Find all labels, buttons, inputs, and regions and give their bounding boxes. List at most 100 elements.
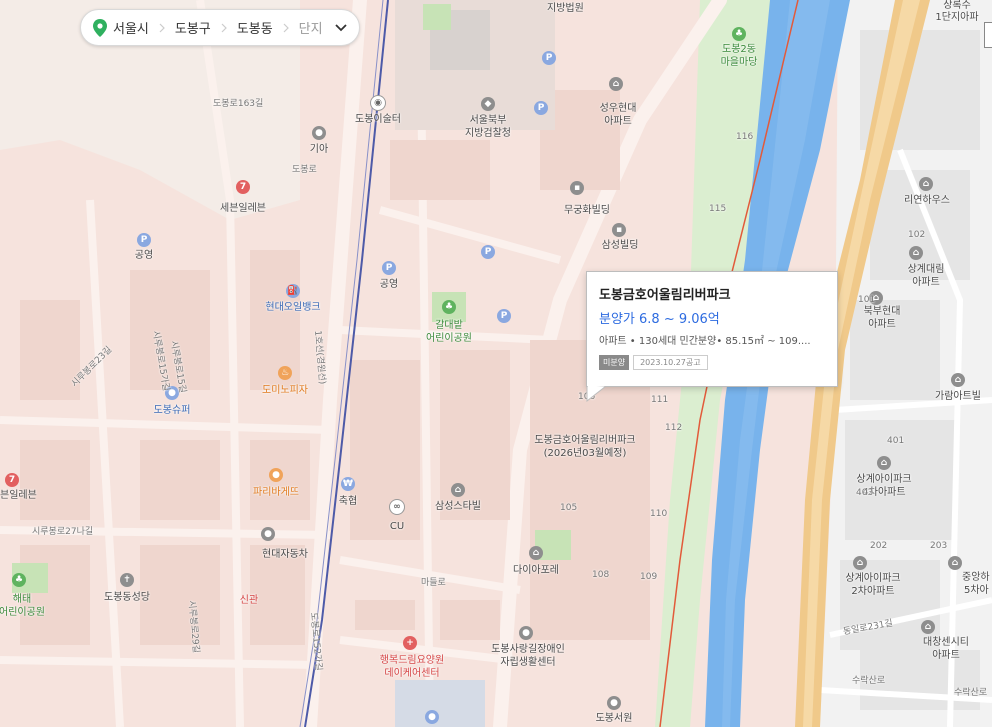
map-label: 도봉슈퍼 bbox=[153, 405, 191, 416]
convenience-store-icon: ∞ bbox=[389, 499, 405, 515]
map-canvas[interactable] bbox=[0, 0, 992, 727]
building-number: 110 bbox=[650, 509, 668, 519]
map-label: 신관 bbox=[239, 595, 259, 606]
breadcrumb-dong[interactable]: 도봉동 bbox=[227, 18, 283, 37]
map-label: 공영 bbox=[379, 279, 399, 290]
apartment-icon: ⌂ bbox=[609, 77, 623, 91]
car-dealer-icon: ● bbox=[261, 527, 275, 541]
bank-icon: ₩ bbox=[341, 477, 355, 491]
building-number: 105 bbox=[560, 503, 578, 513]
road-label: 도봉로 bbox=[292, 165, 317, 175]
map-label: 아파트 bbox=[868, 319, 896, 330]
apartment-icon: ⌂ bbox=[951, 373, 965, 387]
breadcrumb-complex[interactable]: 단지 bbox=[289, 18, 333, 37]
building-number: 101 bbox=[858, 295, 876, 305]
card-pointer bbox=[586, 386, 607, 402]
road-label: 수락산로 bbox=[852, 676, 886, 686]
apartment-icon: ⌂ bbox=[921, 620, 935, 634]
apartment-icon: ⌂ bbox=[919, 177, 933, 191]
map-label: 븐일레븐 bbox=[0, 490, 37, 501]
map-label: 리연하우스 bbox=[904, 195, 950, 206]
map-label: 갈대밭 bbox=[435, 320, 463, 331]
map-label: 축협 bbox=[338, 496, 358, 507]
church-icon: ✝ bbox=[120, 573, 134, 587]
map-label: 기아 bbox=[309, 144, 329, 155]
building-icon: ▪ bbox=[570, 181, 584, 195]
map-label: 도봉서원 bbox=[595, 713, 633, 724]
bakery-icon: ● bbox=[269, 468, 283, 482]
building-number: 109 bbox=[640, 572, 658, 582]
apartment-icon: ⌂ bbox=[529, 546, 543, 560]
complex-detail: 아파트 • 130세대 민간분양• 85.15㎡ ~ 109.... bbox=[599, 336, 811, 347]
map-label: 행복드림요양원 bbox=[379, 655, 445, 666]
road-label: 시루봉로27나길 bbox=[32, 527, 94, 537]
building-number: 115 bbox=[709, 204, 727, 214]
map-label: 현대자동차 bbox=[262, 549, 308, 560]
map-label: 중앙하 bbox=[962, 572, 990, 583]
panel-edge bbox=[984, 22, 992, 48]
map-label: 서울북부 bbox=[469, 115, 507, 126]
map-label: (2026년03월예정) bbox=[543, 448, 627, 459]
map-label: 2차아파트 bbox=[851, 586, 895, 597]
parking-icon: P bbox=[481, 245, 495, 259]
parking-icon: P bbox=[542, 51, 556, 65]
complex-tags: 미분양 2023.10.27공고 bbox=[599, 355, 825, 370]
map-label: 데이케어센터 bbox=[384, 668, 440, 679]
map-label: 가람아트빌 bbox=[935, 391, 981, 402]
facility-icon: ● bbox=[519, 626, 533, 640]
map-label: 삼성스타빌 bbox=[435, 501, 481, 512]
parking-icon: P bbox=[534, 101, 548, 115]
hospital-icon: + bbox=[403, 636, 417, 650]
map-label: 지방검찰청 bbox=[465, 128, 511, 139]
station-icon: ◉ bbox=[370, 95, 386, 111]
breadcrumb-city[interactable]: 서울시 bbox=[113, 18, 159, 37]
location-breadcrumb[interactable]: 서울시 도봉구 도봉동 단지 bbox=[80, 9, 360, 46]
complex-price: 분양가 6.8 ~ 9.06억 bbox=[599, 312, 720, 327]
announcement-date: 2023.10.27공고 bbox=[633, 355, 708, 370]
building-number: 202 bbox=[870, 541, 888, 551]
map-label: 어린이공원 bbox=[0, 607, 45, 618]
breadcrumb-district[interactable]: 도봉구 bbox=[165, 18, 221, 37]
building-icon: ● bbox=[425, 710, 439, 724]
map-label: 북부현대 bbox=[863, 306, 901, 317]
map-label: 상계아이파크 bbox=[845, 573, 901, 584]
map-label: 마을마당 bbox=[720, 57, 758, 68]
map-label: 상계아이파크 bbox=[856, 474, 912, 485]
building-number: 403 bbox=[856, 488, 874, 498]
map-label: 상계대림 bbox=[907, 264, 945, 275]
convenience-store-icon: 7 bbox=[5, 473, 19, 487]
map-label: 지방법원 bbox=[547, 3, 584, 14]
building-number: 108 bbox=[592, 570, 610, 580]
complex-name[interactable]: 도봉금호어울림리버파크 bbox=[599, 284, 825, 303]
map-label: 다이아포레 bbox=[513, 565, 559, 576]
map-label: 도봉이술터 bbox=[355, 114, 401, 125]
apartment-icon: ⌂ bbox=[909, 246, 923, 260]
map-label: 성우현대 bbox=[599, 103, 637, 114]
parking-icon: P bbox=[497, 309, 511, 323]
map-label: 1단지아파 bbox=[935, 12, 979, 23]
status-badge: 미분양 bbox=[599, 355, 630, 370]
map-label: 어린이공원 bbox=[426, 333, 472, 344]
restaurant-icon: ♨ bbox=[278, 366, 292, 380]
road-label: 마들로 bbox=[421, 578, 446, 588]
map-label: 자립생활센터 bbox=[500, 657, 556, 668]
apartment-icon: ⌂ bbox=[853, 556, 867, 570]
map-label: 아파트 bbox=[604, 116, 632, 127]
road-label: 도봉로163길 bbox=[213, 99, 264, 109]
map-label: 삼성빌딩 bbox=[601, 240, 639, 251]
building-number: 401 bbox=[887, 436, 905, 446]
map-label: 현대오일뱅크 bbox=[265, 302, 321, 313]
complex-info-card[interactable]: 도봉금호어울림리버파크 분양가 6.8 ~ 9.06억 아파트 • 130세대 … bbox=[586, 271, 838, 387]
park-icon: ♣ bbox=[12, 573, 26, 587]
building-number: 111 bbox=[651, 395, 669, 405]
map-label: 공영 bbox=[134, 250, 154, 261]
map-label: 아파트 bbox=[912, 277, 940, 288]
gas-station-icon: ⛽ bbox=[286, 284, 300, 298]
building-number: 116 bbox=[736, 132, 754, 142]
building-number: 203 bbox=[930, 541, 948, 551]
convenience-store-icon: 7 bbox=[236, 180, 250, 194]
parking-icon: P bbox=[382, 261, 396, 275]
car-dealer-icon: ● bbox=[312, 126, 326, 140]
map-label: 상록수 bbox=[943, 0, 971, 11]
chevron-down-icon[interactable] bbox=[334, 23, 347, 32]
